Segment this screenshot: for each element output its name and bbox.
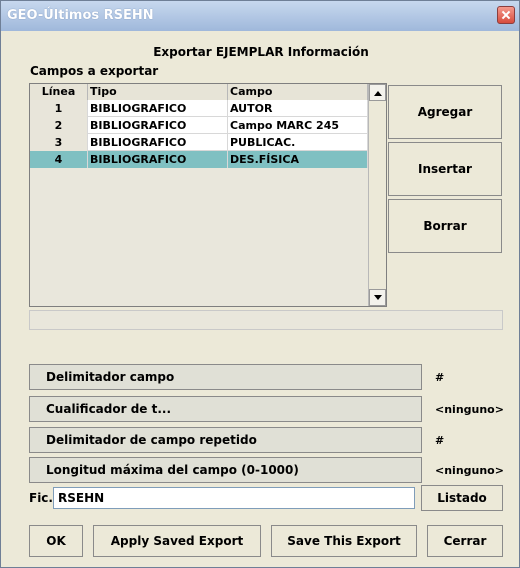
delimitador-repetido-button[interactable]: Delimitador de campo repetido xyxy=(29,427,422,453)
fields-table: Línea Tipo Campo 1 BIBLIOGRAFICO AUTOR 2… xyxy=(29,83,387,307)
file-name-input[interactable]: RSEHN xyxy=(53,487,415,509)
window-title: GEO-Últimos RSEHN xyxy=(7,8,154,23)
agregar-button[interactable]: Agregar xyxy=(388,85,502,139)
listado-button[interactable]: Listado xyxy=(421,485,503,511)
table-row[interactable]: 1 BIBLIOGRAFICO AUTOR xyxy=(30,100,368,117)
delimitador-campo-button[interactable]: Delimitador campo xyxy=(29,364,422,390)
apply-saved-export-label: Apply Saved Export xyxy=(110,534,244,548)
cualificador-button[interactable]: Cualificador de t... xyxy=(29,396,422,422)
chevron-down-icon xyxy=(374,295,382,300)
cualificador-label: Cualificador de t... xyxy=(46,402,172,416)
ok-label: OK xyxy=(46,534,66,548)
borrar-label: Borrar xyxy=(423,219,467,233)
longitud-maxima-button[interactable]: Longitud máxima del campo (0-1000) xyxy=(29,457,422,483)
borrar-button[interactable]: Borrar xyxy=(388,199,502,253)
cell-linea: 2 xyxy=(30,117,88,134)
fields-table-viewport: Línea Tipo Campo 1 BIBLIOGRAFICO AUTOR 2… xyxy=(30,84,368,306)
scroll-up-button[interactable] xyxy=(369,84,386,101)
cell-campo: Campo MARC 245 xyxy=(228,117,368,134)
delimitador-repetido-label: Delimitador de campo repetido xyxy=(46,433,257,447)
header-tipo[interactable]: Tipo xyxy=(88,84,228,100)
delimitador-campo-value: # xyxy=(435,371,445,384)
chevron-up-icon xyxy=(374,91,382,96)
status-bar xyxy=(29,310,503,330)
insertar-button[interactable]: Insertar xyxy=(388,142,502,196)
ok-button[interactable]: OK xyxy=(29,525,83,557)
cell-tipo: BIBLIOGRAFICO xyxy=(88,117,228,134)
table-header: Línea Tipo Campo xyxy=(30,84,368,101)
table-row[interactable]: 3 BIBLIOGRAFICO PUBLICAC. xyxy=(30,134,368,151)
table-row[interactable]: 2 BIBLIOGRAFICO Campo MARC 245 xyxy=(30,117,368,134)
table-rows: 1 BIBLIOGRAFICO AUTOR 2 BIBLIOGRAFICO Ca… xyxy=(30,100,368,168)
cell-tipo: BIBLIOGRAFICO xyxy=(88,134,228,151)
apply-saved-export-button[interactable]: Apply Saved Export xyxy=(93,525,261,557)
dialog-heading: Exportar EJEMPLAR Información xyxy=(153,45,369,59)
save-this-export-label: Save This Export xyxy=(287,534,401,548)
cell-linea: 4 xyxy=(30,151,88,168)
cerrar-label: Cerrar xyxy=(443,534,487,548)
save-this-export-button[interactable]: Save This Export xyxy=(271,525,417,557)
cell-campo: AUTOR xyxy=(228,100,368,117)
close-icon[interactable] xyxy=(497,6,515,24)
cell-tipo: BIBLIOGRAFICO xyxy=(88,151,228,168)
cell-linea: 3 xyxy=(30,134,88,151)
insertar-label: Insertar xyxy=(418,162,472,176)
header-linea[interactable]: Línea xyxy=(30,84,88,100)
delimitador-repetido-value: # xyxy=(435,434,445,447)
longitud-maxima-label: Longitud máxima del campo (0-1000) xyxy=(46,463,299,477)
cell-tipo: BIBLIOGRAFICO xyxy=(88,100,228,117)
fields-label: Campos a exportar xyxy=(30,64,159,78)
title-bar: GEO-Últimos RSEHN xyxy=(1,1,519,31)
cerrar-button[interactable]: Cerrar xyxy=(427,525,503,557)
header-campo[interactable]: Campo xyxy=(228,84,368,100)
export-dialog: GEO-Últimos RSEHN Exportar EJEMPLAR Info… xyxy=(0,0,520,568)
agregar-label: Agregar xyxy=(417,105,473,119)
cell-linea: 1 xyxy=(30,100,88,117)
table-vertical-scrollbar[interactable] xyxy=(368,84,386,306)
table-row-selected[interactable]: 4 BIBLIOGRAFICO DES.FÍSICA xyxy=(30,151,368,168)
cell-campo: DES.FÍSICA xyxy=(228,151,368,168)
delimitador-campo-label: Delimitador campo xyxy=(46,370,175,384)
longitud-maxima-value: <ninguno> xyxy=(435,464,504,477)
cualificador-value: <ninguno> xyxy=(435,403,504,416)
cell-campo: PUBLICAC. xyxy=(228,134,368,151)
listado-label: Listado xyxy=(437,491,487,505)
scroll-down-button[interactable] xyxy=(369,289,386,306)
